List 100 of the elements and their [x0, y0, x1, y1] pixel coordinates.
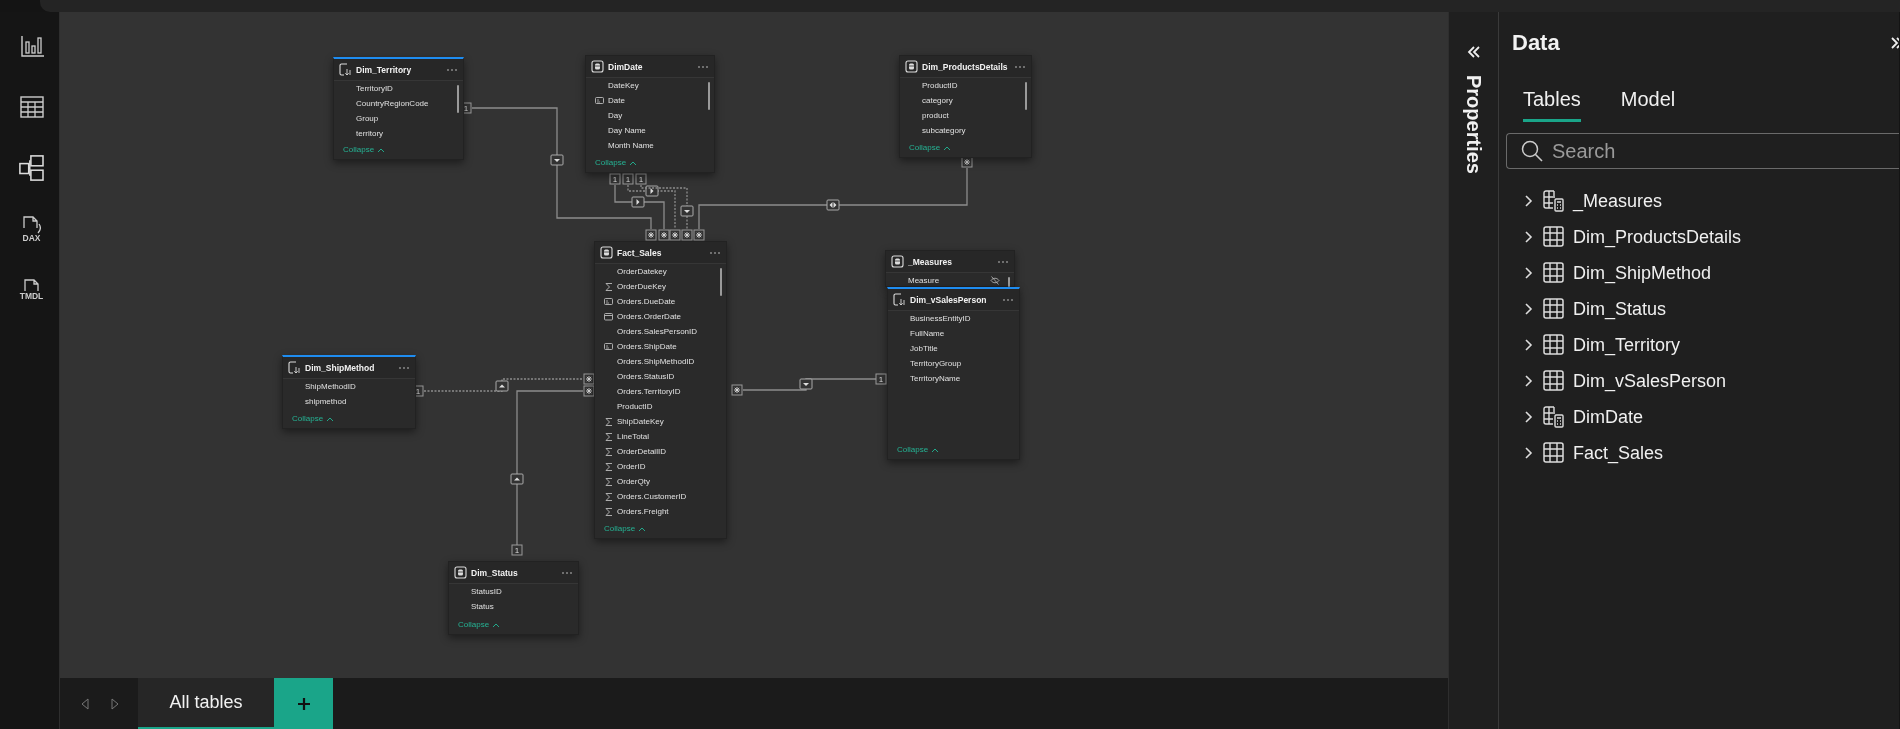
tmdl-view-button[interactable]: TMDL — [3, 272, 60, 308]
more-options-icon[interactable] — [709, 249, 721, 256]
field-name[interactable]: Group — [356, 114, 379, 123]
table-card[interactable]: Dim_ShipMethod ShipMethodID shipmethod Collapse — [282, 355, 416, 429]
relationship-line[interactable] — [698, 167, 968, 230]
table-list-item[interactable]: Dim_ProductsDetails — [1506, 219, 1899, 255]
relationship-line[interactable] — [640, 184, 688, 230]
more-options-icon[interactable] — [561, 569, 573, 576]
field-name[interactable]: CountryRegionCode — [356, 99, 429, 108]
expand-chevron-icon[interactable] — [1524, 446, 1534, 460]
scrollbar-thumb[interactable] — [457, 85, 459, 113]
more-options-icon[interactable] — [398, 364, 410, 371]
field-name[interactable]: Status — [471, 602, 494, 611]
field-name[interactable]: OrderDetailID — [617, 447, 666, 456]
field-name[interactable]: Orders.ShipDate — [617, 342, 677, 351]
scrollbar-thumb[interactable] — [1025, 82, 1027, 110]
table-card[interactable]: Dim_ProductsDetails ProductID category product subcategory Collapse — [899, 55, 1032, 158]
scroll-right-icon[interactable] — [110, 697, 120, 710]
field-name[interactable]: TerritoryGroup — [910, 359, 962, 368]
expand-chevron-icon[interactable] — [1524, 302, 1534, 316]
more-options-icon[interactable] — [997, 258, 1009, 265]
field-name[interactable]: BusinessEntityID — [910, 314, 971, 323]
field-name[interactable]: StatusID — [471, 587, 502, 596]
table-list-item[interactable]: _Measures — [1506, 183, 1899, 219]
field-name[interactable]: Orders.CustomerID — [617, 492, 687, 501]
field-name[interactable]: category — [922, 96, 953, 105]
relationship-line[interactable] — [423, 378, 584, 392]
field-name[interactable]: Orders.DueDate — [617, 297, 676, 306]
relationship-line[interactable] — [471, 107, 652, 230]
table-card[interactable] — [594, 241, 727, 539]
expand-chevron-icon[interactable] — [1524, 194, 1534, 208]
field-name[interactable]: subcategory — [922, 126, 966, 135]
scrollbar-thumb[interactable] — [1008, 277, 1010, 287]
field-name[interactable]: shipmethod — [305, 397, 347, 406]
expand-pane-icon[interactable] — [1466, 45, 1481, 59]
search-field[interactable]: Search — [1506, 133, 1899, 169]
field-name[interactable]: ShipMethodID — [305, 382, 356, 391]
collapse-button[interactable]: Collapse — [586, 156, 640, 172]
pane-title[interactable]: Properties — [1462, 75, 1485, 174]
collapse-button[interactable]: Collapse — [449, 618, 503, 634]
table-list-item[interactable]: Dim_Territory — [1506, 327, 1899, 363]
field-name[interactable]: Measure — [908, 276, 940, 285]
relationship-line[interactable] — [516, 390, 584, 546]
collapse-button[interactable]: Collapse — [283, 412, 337, 428]
field-name[interactable]: TerritoryID — [356, 84, 393, 93]
more-options-icon[interactable] — [446, 66, 458, 73]
expand-chevron-icon[interactable] — [1524, 410, 1534, 424]
relationship-line[interactable] — [614, 184, 665, 230]
field-name[interactable]: Orders.OrderDate — [617, 312, 682, 321]
table-card[interactable]: Dim_Territory TerritoryID CountryRegionCode Group territory Collapse — [333, 57, 464, 160]
expand-chevron-icon[interactable] — [1524, 374, 1534, 388]
collapse-button[interactable]: Collapse — [595, 522, 649, 538]
table-card[interactable]: Dim_vSalesPerson BusinessEntityID FullName JobTitle TerritoryGroup TerritoryName Collapse — [887, 287, 1020, 460]
expand-chevron-icon[interactable] — [1524, 230, 1534, 244]
field-name[interactable]: Orders.StatusID — [617, 372, 675, 381]
field-name[interactable]: Orders.Freight — [617, 507, 669, 516]
field-name[interactable]: Day Name — [608, 126, 646, 135]
field-name[interactable]: LineTotal — [617, 432, 650, 441]
field-name[interactable]: ProductID — [617, 402, 653, 411]
relationship-line[interactable] — [742, 378, 877, 391]
pane-tab[interactable]: Model — [1620, 88, 1676, 122]
collapse-button[interactable]: Collapse — [888, 443, 942, 459]
table-card[interactable]: DimDate DateKey Date Day Day Name Month Name Collapse — [585, 55, 715, 173]
expand-chevron-icon[interactable] — [1524, 338, 1534, 352]
field-name[interactable]: product — [922, 111, 949, 120]
more-options-icon[interactable] — [697, 63, 709, 70]
table-list-item[interactable]: Dim_vSalesPerson — [1506, 363, 1899, 399]
field-name[interactable]: Day — [608, 111, 623, 120]
field-name[interactable]: DateKey — [608, 81, 639, 90]
table-list-item[interactable]: DimDate — [1506, 399, 1899, 435]
dax-query-view-button[interactable]: DAX — [3, 211, 60, 247]
more-options-icon[interactable] — [1002, 296, 1014, 303]
collapse-button[interactable]: Collapse — [334, 143, 388, 159]
table-list-item[interactable]: Dim_ShipMethod — [1506, 255, 1899, 291]
collapse-button[interactable]: Collapse — [900, 141, 954, 157]
field-name[interactable]: OrderDueKey — [617, 282, 666, 291]
more-options-icon[interactable] — [1014, 63, 1026, 70]
field-name[interactable]: Orders.ShipMethodID — [617, 357, 695, 366]
field-name[interactable]: territory — [356, 129, 384, 138]
pane-tab[interactable]: Tables — [1523, 88, 1581, 122]
field-name[interactable]: Orders.TerritoryID — [617, 387, 681, 396]
field-name[interactable]: Month Name — [608, 141, 654, 150]
field-name[interactable]: FullName — [910, 329, 945, 338]
table-card[interactable]: Dim_Status StatusID Status Collapse — [448, 561, 579, 635]
field-name[interactable]: OrderQty — [617, 477, 650, 486]
field-name[interactable]: TerritoryName — [910, 374, 961, 383]
field-name[interactable]: Date — [608, 96, 625, 105]
field-name[interactable]: ProductID — [922, 81, 958, 90]
scroll-left-icon[interactable] — [80, 697, 90, 710]
field-name[interactable]: ShipDateKey — [617, 417, 664, 426]
field-name[interactable]: JobTitle — [910, 344, 938, 353]
field-name[interactable]: OrderDatekey — [617, 267, 667, 276]
field-name[interactable]: OrderID — [617, 462, 646, 471]
expand-chevron-icon[interactable] — [1524, 266, 1534, 280]
table-card[interactable]: _Measures Measure — [885, 250, 1015, 287]
scrollbar-thumb[interactable] — [708, 82, 710, 110]
scrollbar-thumb[interactable] — [720, 268, 722, 296]
table-list-item[interactable]: Fact_Sales — [1506, 435, 1899, 471]
table-list-item[interactable]: Dim_Status — [1506, 291, 1899, 327]
layout-tab[interactable]: All tables — [138, 678, 274, 729]
